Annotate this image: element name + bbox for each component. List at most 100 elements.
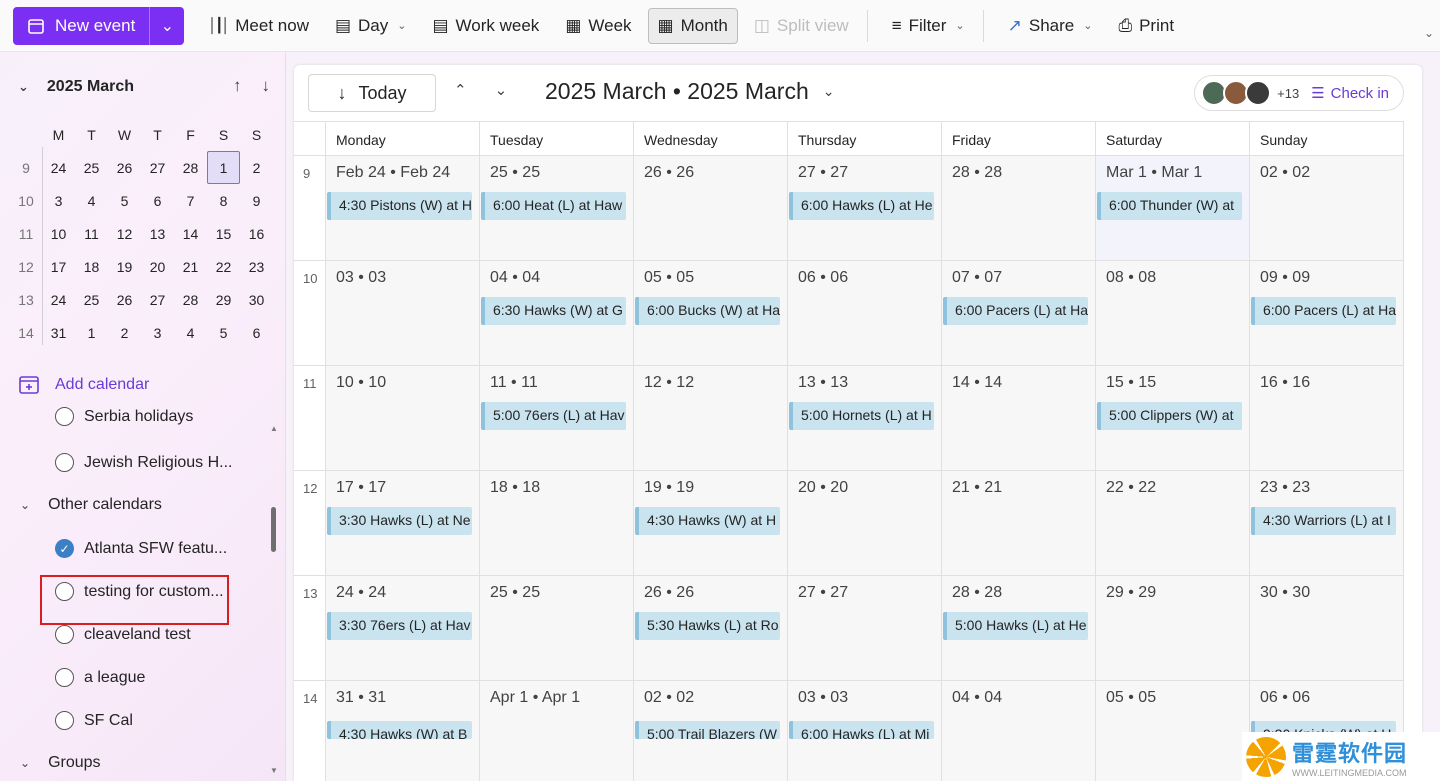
collapse-chevron-icon[interactable]: ⌄ (20, 498, 30, 512)
week-view-button[interactable]: ▦ Week (555, 8, 641, 44)
calendar-event[interactable]: 6:00 Heat (L) at Haw (481, 192, 626, 220)
mini-calendar-day[interactable]: 4 (75, 184, 108, 217)
day-cell[interactable]: 20 • 20 (788, 471, 942, 575)
day-cell[interactable]: 08 • 08 (1096, 261, 1250, 365)
mini-calendar-day[interactable]: 1 (75, 316, 108, 349)
calendar-event[interactable]: 4:30 Hawks (W) at H (635, 507, 780, 535)
calendar-event[interactable]: 5:00 76ers (L) at Hav (481, 402, 626, 430)
day-cell[interactable]: 07 • 07 6:00 Pacers (L) at Ha (942, 261, 1096, 365)
calendar-event[interactable]: 5:00 Trail Blazers (W (635, 721, 780, 739)
mini-calendar-day[interactable]: 27 (141, 151, 174, 184)
mini-calendar-day[interactable]: 3 (141, 316, 174, 349)
collapse-chevron-icon[interactable]: ⌄ (18, 79, 29, 95)
day-cell[interactable]: Feb 24 • Feb 24 4:30 Pistons (W) at H (326, 156, 480, 260)
calendar-event[interactable]: 6:00 Pacers (L) at Ha (943, 297, 1088, 325)
day-cell[interactable]: 21 • 21 (942, 471, 1096, 575)
day-cell[interactable]: 04 • 04 (942, 681, 1096, 781)
chevron-up-icon[interactable]: ⌃ (454, 81, 467, 99)
mini-calendar-week-number[interactable]: 11 (10, 226, 42, 242)
today-button[interactable]: ↓ Today (308, 74, 436, 112)
mini-calendar-day[interactable]: 26 (108, 151, 141, 184)
mini-calendar-day[interactable]: 25 (75, 283, 108, 316)
calendar-event[interactable]: 4:30 Warriors (L) at I (1251, 507, 1396, 535)
calendar-title[interactable]: 2025 March • 2025 March ⌄ (545, 78, 834, 105)
calendar-item[interactable]: cleaveland test (55, 625, 191, 644)
radio-icon[interactable] (55, 453, 74, 472)
calendar-event[interactable]: 6:00 Hawks (L) at He (789, 192, 934, 220)
mini-calendar-day[interactable]: 29 (207, 283, 240, 316)
day-cell[interactable]: 25 • 25 6:00 Heat (L) at Haw (480, 156, 634, 260)
day-cell[interactable]: 02 • 02 5:00 Trail Blazers (W (634, 681, 788, 781)
mini-calendar-day[interactable]: 6 (240, 316, 273, 349)
share-button[interactable]: ↗ Share ⌄ (998, 8, 1103, 44)
day-cell[interactable]: 28 • 28 5:00 Hawks (L) at He (942, 576, 1096, 680)
day-cell[interactable]: 04 • 04 6:30 Hawks (W) at G (480, 261, 634, 365)
day-cell[interactable]: 14 • 14 (942, 366, 1096, 470)
calendar-event[interactable]: 3:30 76ers (L) at Hav (327, 612, 472, 640)
mini-calendar-day[interactable]: 25 (75, 151, 108, 184)
day-cell[interactable]: 31 • 31 4:30 Hawks (W) at B (326, 681, 480, 781)
day-cell[interactable]: 13 • 13 5:00 Hornets (L) at H (788, 366, 942, 470)
mini-calendar-day[interactable]: 3 (42, 184, 75, 217)
day-cell[interactable]: 24 • 24 3:30 76ers (L) at Hav (326, 576, 480, 680)
day-cell[interactable]: 29 • 29 (1096, 576, 1250, 680)
mini-calendar-week-number[interactable]: 14 (10, 325, 42, 341)
scroll-up-icon[interactable]: ▲ (270, 424, 278, 433)
mini-calendar-day[interactable]: 11 (75, 217, 108, 250)
calendar-event[interactable]: 4:30 Pistons (W) at H (327, 192, 472, 220)
calendar-event[interactable]: 5:00 Hawks (L) at He (943, 612, 1088, 640)
day-cell[interactable]: Apr 1 • Apr 1 (480, 681, 634, 781)
mini-calendar-day[interactable]: 7 (174, 184, 207, 217)
meet-now-button[interactable]: │┃│ Meet now (198, 8, 319, 44)
other-calendars-group[interactable]: ⌄ Other calendars (20, 496, 162, 514)
mini-calendar-day[interactable]: 21 (174, 250, 207, 283)
mini-calendar-day[interactable]: 31 (42, 316, 75, 349)
new-event-dropdown[interactable]: ⌄ (150, 7, 184, 45)
new-event-button[interactable]: New event (13, 6, 151, 45)
day-cell[interactable]: 26 • 26 5:30 Hawks (L) at Ro (634, 576, 788, 680)
calendar-event[interactable]: 5:00 Clippers (W) at (1097, 402, 1242, 430)
calendar-event[interactable]: 3:30 Hawks (L) at Ne (327, 507, 472, 535)
calendar-event[interactable]: 6:00 Pacers (L) at Ha (1251, 297, 1396, 325)
mini-calendar-day[interactable]: 4 (174, 316, 207, 349)
sidebar-scrollbar[interactable] (271, 507, 276, 552)
checkmark-icon[interactable]: ✓ (55, 539, 74, 558)
check-in-pill[interactable]: +13 ☰ Check in (1194, 75, 1404, 111)
mini-calendar-day[interactable]: 1 (207, 151, 240, 184)
mini-calendar-day[interactable]: 16 (240, 217, 273, 250)
work-week-view-button[interactable]: ▤ Work week (422, 8, 549, 44)
mini-calendar-day[interactable]: 22 (207, 250, 240, 283)
day-view-button[interactable]: ▤ Day ⌄ (325, 8, 417, 44)
day-cell[interactable]: 11 • 11 5:00 76ers (L) at Hav (480, 366, 634, 470)
calendar-event[interactable]: 6:00 Bucks (W) at Ha (635, 297, 780, 325)
print-button[interactable]: ⎙ Print (1108, 8, 1184, 44)
add-calendar-button[interactable]: Add calendar (18, 374, 149, 396)
split-view-button[interactable]: ◫ Split view (744, 8, 859, 44)
mini-calendar-week-number[interactable]: 9 (10, 160, 42, 176)
day-cell[interactable]: 15 • 15 5:00 Clippers (W) at (1096, 366, 1250, 470)
filter-button[interactable]: ≡ Filter ⌄ (882, 8, 975, 44)
radio-icon[interactable] (55, 668, 74, 687)
day-cell[interactable]: 27 • 27 (788, 576, 942, 680)
day-cell[interactable]: 09 • 09 6:00 Pacers (L) at Ha (1250, 261, 1404, 365)
chevron-down-icon[interactable]: ⌄ (495, 81, 508, 99)
check-in-button[interactable]: ☰ Check in (1311, 84, 1389, 103)
radio-icon[interactable] (55, 625, 74, 644)
mini-calendar-day[interactable]: 15 (207, 217, 240, 250)
day-cell[interactable]: 17 • 17 3:30 Hawks (L) at Ne (326, 471, 480, 575)
mini-calendar-day[interactable]: 13 (141, 217, 174, 250)
collapse-chevron-icon[interactable]: ⌄ (20, 756, 30, 770)
calendar-event[interactable]: 4:30 Hawks (W) at B (327, 721, 472, 739)
mini-calendar-day[interactable]: 30 (240, 283, 273, 316)
mini-calendar-day[interactable]: 5 (108, 184, 141, 217)
month-view-button[interactable]: ▦ Month (647, 7, 738, 44)
day-cell[interactable]: Mar 1 • Mar 1 6:00 Thunder (W) at (1096, 156, 1250, 260)
day-cell[interactable]: 22 • 22 (1096, 471, 1250, 575)
day-cell[interactable]: 19 • 19 4:30 Hawks (W) at H (634, 471, 788, 575)
day-cell[interactable]: 05 • 05 6:00 Bucks (W) at Ha (634, 261, 788, 365)
day-cell[interactable]: 02 • 02 (1250, 156, 1404, 260)
day-cell[interactable]: 27 • 27 6:00 Hawks (L) at He (788, 156, 942, 260)
day-cell[interactable]: 23 • 23 4:30 Warriors (L) at I (1250, 471, 1404, 575)
day-cell[interactable]: 03 • 03 6:00 Hawks (L) at Mi (788, 681, 942, 781)
mini-calendar-day[interactable]: 8 (207, 184, 240, 217)
